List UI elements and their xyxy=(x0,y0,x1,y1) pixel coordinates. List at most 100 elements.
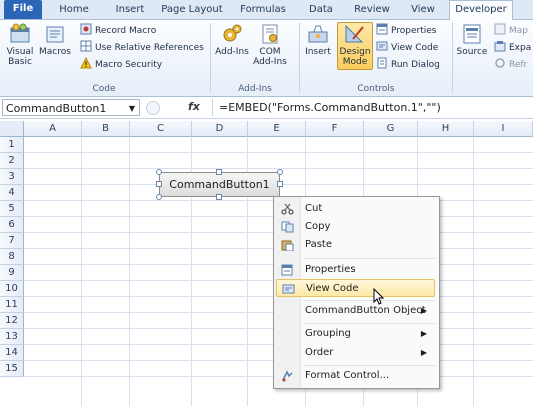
tab-formulas[interactable]: Formulas xyxy=(238,1,288,19)
select-all-corner[interactable] xyxy=(0,121,24,137)
gridline xyxy=(473,137,474,406)
formula-input[interactable]: =EMBED("Forms.CommandButton.1","") xyxy=(212,99,533,116)
column-header-h[interactable]: H xyxy=(418,121,474,137)
row-header-10[interactable]: 10 xyxy=(0,281,24,297)
menu-item-order[interactable]: Order ▶ xyxy=(276,344,435,362)
column-header-e[interactable]: E xyxy=(248,121,306,137)
record-macro-button[interactable]: Record Macro xyxy=(80,23,156,38)
run-dialog-button[interactable]: Run Dialog xyxy=(376,57,440,72)
row-header-4[interactable]: 4 xyxy=(0,185,24,201)
copy-icon xyxy=(281,221,294,233)
menu-item-copy[interactable]: Copy xyxy=(276,218,435,236)
tab-review[interactable]: Review xyxy=(350,1,394,19)
resize-handle[interactable] xyxy=(156,181,162,187)
macros-icon xyxy=(46,26,64,43)
mode-label: Mode xyxy=(342,57,368,67)
properties-button[interactable]: Properties xyxy=(376,23,436,38)
gear-icon xyxy=(223,24,242,42)
code-group-label: Code xyxy=(92,84,116,94)
row-header-11[interactable]: 11 xyxy=(0,297,24,313)
resize-handle[interactable] xyxy=(277,181,283,187)
expansion-packs-button[interactable]: Expa xyxy=(494,40,531,55)
submenu-arrow-icon: ▶ xyxy=(420,329,427,338)
macros-button[interactable]: Macros xyxy=(38,23,72,57)
menu-item-format-control[interactable]: Format Control... xyxy=(276,367,435,385)
menu-separator xyxy=(304,365,435,366)
tab-home[interactable]: Home xyxy=(54,1,94,19)
expansion-packs-icon xyxy=(494,41,506,52)
mouse-pointer-icon xyxy=(373,288,385,305)
tab-page-layout[interactable]: Page Layout xyxy=(160,1,224,19)
row-header-1[interactable]: 1 xyxy=(0,137,24,153)
menu-item-view-code[interactable]: View Code xyxy=(276,279,435,297)
add-ins-label: Add-Ins xyxy=(215,47,249,57)
ribbon-tab-bar: File Home Insert Page Layout Formulas Da… xyxy=(0,0,533,20)
visual-basic-button[interactable]: Visual Basic xyxy=(4,23,36,67)
tab-developer[interactable]: Developer xyxy=(449,0,513,20)
macro-security-label: Macro Security xyxy=(95,60,163,70)
relative-references-button[interactable]: Use Relative References xyxy=(80,40,204,55)
worksheet-grid[interactable]: A B C D E F G H I 1 2 3 4 5 6 7 8 9 10 1… xyxy=(0,121,533,406)
row-header-14[interactable]: 14 xyxy=(0,345,24,361)
run-dialog-label: Run Dialog xyxy=(391,60,440,70)
resize-handle[interactable] xyxy=(156,169,162,175)
view-code-ribbon-button[interactable]: View Code xyxy=(376,40,438,55)
row-header-13[interactable]: 13 xyxy=(0,329,24,345)
menu-item-paste[interactable]: Paste xyxy=(276,236,435,254)
tab-view[interactable]: View xyxy=(406,1,440,19)
refresh-data-button[interactable]: Refr xyxy=(494,57,527,72)
chevron-down-icon[interactable]: ▼ xyxy=(129,100,135,117)
resize-handle[interactable] xyxy=(216,194,222,200)
map-properties-button[interactable]: Map xyxy=(494,23,528,38)
column-header-i[interactable]: I xyxy=(474,121,533,137)
macro-security-button[interactable]: Macro Security xyxy=(80,57,162,72)
menu-item-cut[interactable]: Cut xyxy=(276,200,435,218)
column-header-f[interactable]: F xyxy=(306,121,364,137)
row-header-12[interactable]: 12 xyxy=(0,313,24,329)
insert-control-button[interactable]: Insert xyxy=(302,23,334,57)
menu-item-commandbutton-object[interactable]: CommandButton Object ▶ xyxy=(276,302,435,320)
column-header-c[interactable]: C xyxy=(130,121,192,137)
com-add-ins-button[interactable]: COM Add-Ins xyxy=(252,23,288,67)
tab-data[interactable]: Data xyxy=(304,1,338,19)
tab-insert[interactable]: Insert xyxy=(110,1,150,19)
row-header-8[interactable]: 8 xyxy=(0,249,24,265)
add-ins-button[interactable]: Add-Ins xyxy=(214,23,250,57)
macros-label: Macros xyxy=(39,47,71,57)
resize-handle[interactable] xyxy=(156,194,162,200)
menu-item-copy-label: Copy xyxy=(305,221,331,232)
properties-label: Properties xyxy=(391,26,437,36)
tab-file[interactable]: File xyxy=(4,0,42,19)
row-header-5[interactable]: 5 xyxy=(0,201,24,217)
resize-handle[interactable] xyxy=(277,169,283,175)
row-header-7[interactable]: 7 xyxy=(0,233,24,249)
column-header-a[interactable]: A xyxy=(24,121,82,137)
controls-group-label: Controls xyxy=(357,84,395,94)
submenu-arrow-icon: ▶ xyxy=(420,348,427,357)
name-box[interactable]: CommandButton1 ▼ xyxy=(2,99,140,116)
source-button[interactable]: Source xyxy=(455,23,489,57)
row-header-9[interactable]: 9 xyxy=(0,265,24,281)
column-header-d[interactable]: D xyxy=(192,121,248,137)
resize-handle[interactable] xyxy=(216,169,222,175)
add-ins-group-label: Add-Ins xyxy=(238,84,272,94)
visual-basic-label: Visual Basic xyxy=(6,47,34,67)
toolbox-icon xyxy=(308,25,328,43)
row-header-2[interactable]: 2 xyxy=(0,153,24,169)
insert-function-button[interactable]: fx xyxy=(188,100,200,113)
menu-item-grouping[interactable]: Grouping ▶ xyxy=(276,325,435,343)
record-macro-icon xyxy=(80,23,92,35)
column-header-g[interactable]: G xyxy=(364,121,418,137)
design-mode-button[interactable]: Design Mode xyxy=(337,22,373,70)
row-header-6[interactable]: 6 xyxy=(0,217,24,233)
menu-item-properties[interactable]: Properties xyxy=(276,261,435,279)
map-label: Map xyxy=(509,26,528,36)
formula-bar: CommandButton1 ▼ fx =EMBED("Forms.Comman… xyxy=(0,98,533,119)
menu-item-grouping-label: Grouping xyxy=(305,328,351,339)
group-separator xyxy=(452,23,453,93)
row-header-15[interactable]: 15 xyxy=(0,361,24,377)
map-properties-icon xyxy=(494,23,506,35)
column-header-b[interactable]: B xyxy=(82,121,130,137)
scissors-icon xyxy=(281,203,294,215)
row-header-3[interactable]: 3 xyxy=(0,169,24,185)
